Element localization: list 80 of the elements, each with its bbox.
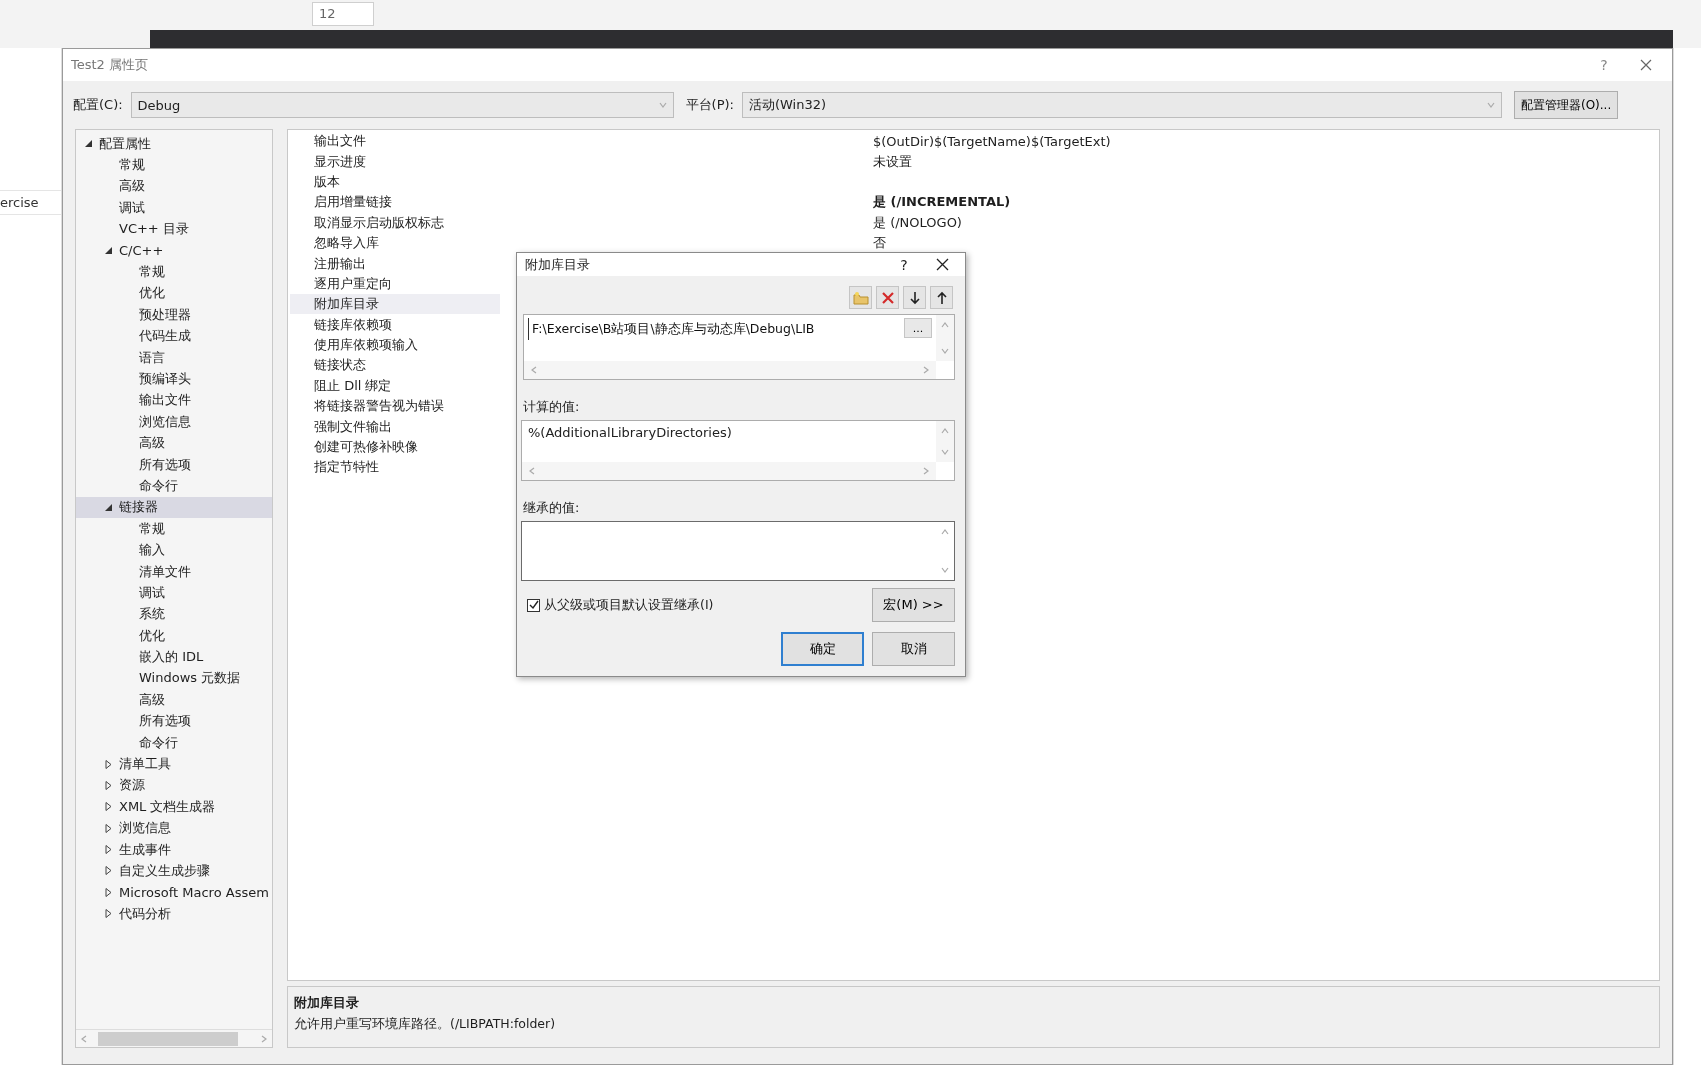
- description-title: 附加库目录: [294, 995, 360, 1012]
- property-name[interactable]: 注册输出: [290, 253, 500, 274]
- property-name[interactable]: 忽略导入库: [290, 233, 500, 254]
- tree-item[interactable]: 自定义生成步骤: [76, 860, 272, 882]
- config-manager-button[interactable]: 配置管理器(O)...: [1514, 91, 1619, 119]
- property-value: $(OutDir)$(TargetName)$(TargetExt): [873, 133, 1112, 149]
- tree-item[interactable]: 清单文件: [76, 560, 272, 583]
- tree-item[interactable]: 配置属性: [76, 133, 272, 155]
- cancel-button[interactable]: 取消: [872, 632, 955, 666]
- inherited-label: 继承的值:: [523, 499, 581, 517]
- property-name[interactable]: 取消显示启动版权标志: [290, 212, 500, 233]
- property-value: 是 (/NOLOGO): [873, 213, 963, 232]
- tree-item[interactable]: 常规: [76, 154, 272, 176]
- tree-item[interactable]: 命令行: [76, 475, 272, 497]
- property-value: 是 (/INCREMENTAL): [873, 193, 1012, 212]
- property-name[interactable]: 阻止 Dll 绑定: [290, 375, 500, 396]
- tree-item[interactable]: 代码生成: [76, 325, 272, 347]
- tree-item[interactable]: 系统: [76, 603, 272, 625]
- tree-item[interactable]: 输出文件: [76, 389, 272, 412]
- breadcrumb[interactable]: ercise: [0, 190, 61, 215]
- tree-item[interactable]: 代码分析: [76, 903, 272, 925]
- tree-item[interactable]: 资源: [76, 774, 272, 797]
- tree-item[interactable]: 高级: [76, 689, 272, 711]
- config-select[interactable]: Debug: [130, 92, 674, 118]
- tree-item[interactable]: 链接器: [76, 496, 272, 519]
- tree-item[interactable]: XML 文档生成器: [76, 796, 272, 818]
- property-name[interactable]: 创建可热修补映像: [290, 437, 500, 458]
- property-name[interactable]: 显示进度: [290, 151, 500, 172]
- platform-label: 平台(P):: [685, 96, 734, 114]
- macro-button[interactable]: 宏(M) >>: [872, 588, 955, 622]
- property-name[interactable]: 链接状态: [290, 355, 500, 376]
- tree-item[interactable]: 调试: [76, 582, 272, 604]
- description-text: 允许用户重写环境库路径。(/LIBPATH:folder): [294, 1016, 557, 1033]
- help-button[interactable]: ?: [880, 256, 928, 273]
- tree-item[interactable]: 预处理器: [76, 304, 272, 326]
- tree-item[interactable]: 所有选项: [76, 710, 272, 732]
- ok-button[interactable]: 确定: [781, 632, 864, 666]
- property-name[interactable]: 指定节特性: [290, 457, 500, 478]
- tree-item[interactable]: 所有选项: [76, 453, 272, 476]
- tree-item[interactable]: 常规: [76, 261, 272, 283]
- tree-item[interactable]: 优化: [76, 282, 272, 305]
- tree-item[interactable]: 嵌入的 IDL: [76, 646, 272, 668]
- platform-select[interactable]: 活动(Win32): [742, 92, 1502, 118]
- tree-item[interactable]: 生成事件: [76, 838, 272, 861]
- tree-item[interactable]: 输入: [76, 539, 272, 561]
- browse-button[interactable]: ...: [904, 318, 932, 338]
- property-name[interactable]: 版本: [290, 171, 500, 192]
- tree-item[interactable]: 命令行: [76, 731, 272, 754]
- tree-item[interactable]: C/C++: [76, 239, 272, 262]
- property-value: 未设置: [873, 152, 913, 171]
- tree-item[interactable]: 浏览信息: [76, 411, 272, 433]
- tree-item[interactable]: 预编译头: [76, 368, 272, 390]
- property-name[interactable]: 将链接器警告视为错误: [290, 396, 500, 417]
- tree-item[interactable]: Microsoft Macro Assem: [76, 881, 272, 904]
- tree-item[interactable]: 调试: [76, 197, 272, 219]
- tree-item[interactable]: Windows 元数据: [76, 667, 272, 690]
- tree-item[interactable]: VC++ 目录: [76, 218, 272, 240]
- tree-item[interactable]: 常规: [76, 518, 272, 540]
- property-name[interactable]: 启用增量链接: [290, 192, 500, 213]
- property-name[interactable]: 使用库依赖项输入: [290, 335, 500, 356]
- property-name[interactable]: 链接库依赖项: [290, 314, 500, 335]
- property-name[interactable]: 附加库目录: [290, 294, 500, 315]
- config-label: 配置(C):: [73, 96, 123, 114]
- tree-item[interactable]: 清单工具: [76, 753, 272, 775]
- tree-item[interactable]: 高级: [76, 432, 272, 454]
- property-value: 否: [873, 234, 887, 253]
- computed-label: 计算的值:: [523, 398, 581, 416]
- tree-item[interactable]: 优化: [76, 625, 272, 647]
- property-name[interactable]: 强制文件输出: [290, 416, 500, 437]
- dialog-title: 附加库目录: [525, 255, 591, 274]
- property-name[interactable]: 逐用户重定向: [290, 273, 500, 294]
- window-title: Test2 属性页: [71, 56, 149, 74]
- tree-item[interactable]: 语言: [76, 346, 272, 369]
- help-button[interactable]: ?: [1580, 57, 1628, 73]
- tree-item[interactable]: 浏览信息: [76, 817, 272, 839]
- computed-value: %(AdditionalLibraryDirectories): [527, 424, 733, 441]
- font-size-field[interactable]: 12: [312, 2, 374, 26]
- directory-list[interactable]: F:\Exercise\B站项目\静态库与动态库\Debug\LIB ...: [523, 314, 955, 380]
- tree-item[interactable]: 高级: [76, 175, 272, 198]
- property-name[interactable]: 输出文件: [290, 131, 500, 152]
